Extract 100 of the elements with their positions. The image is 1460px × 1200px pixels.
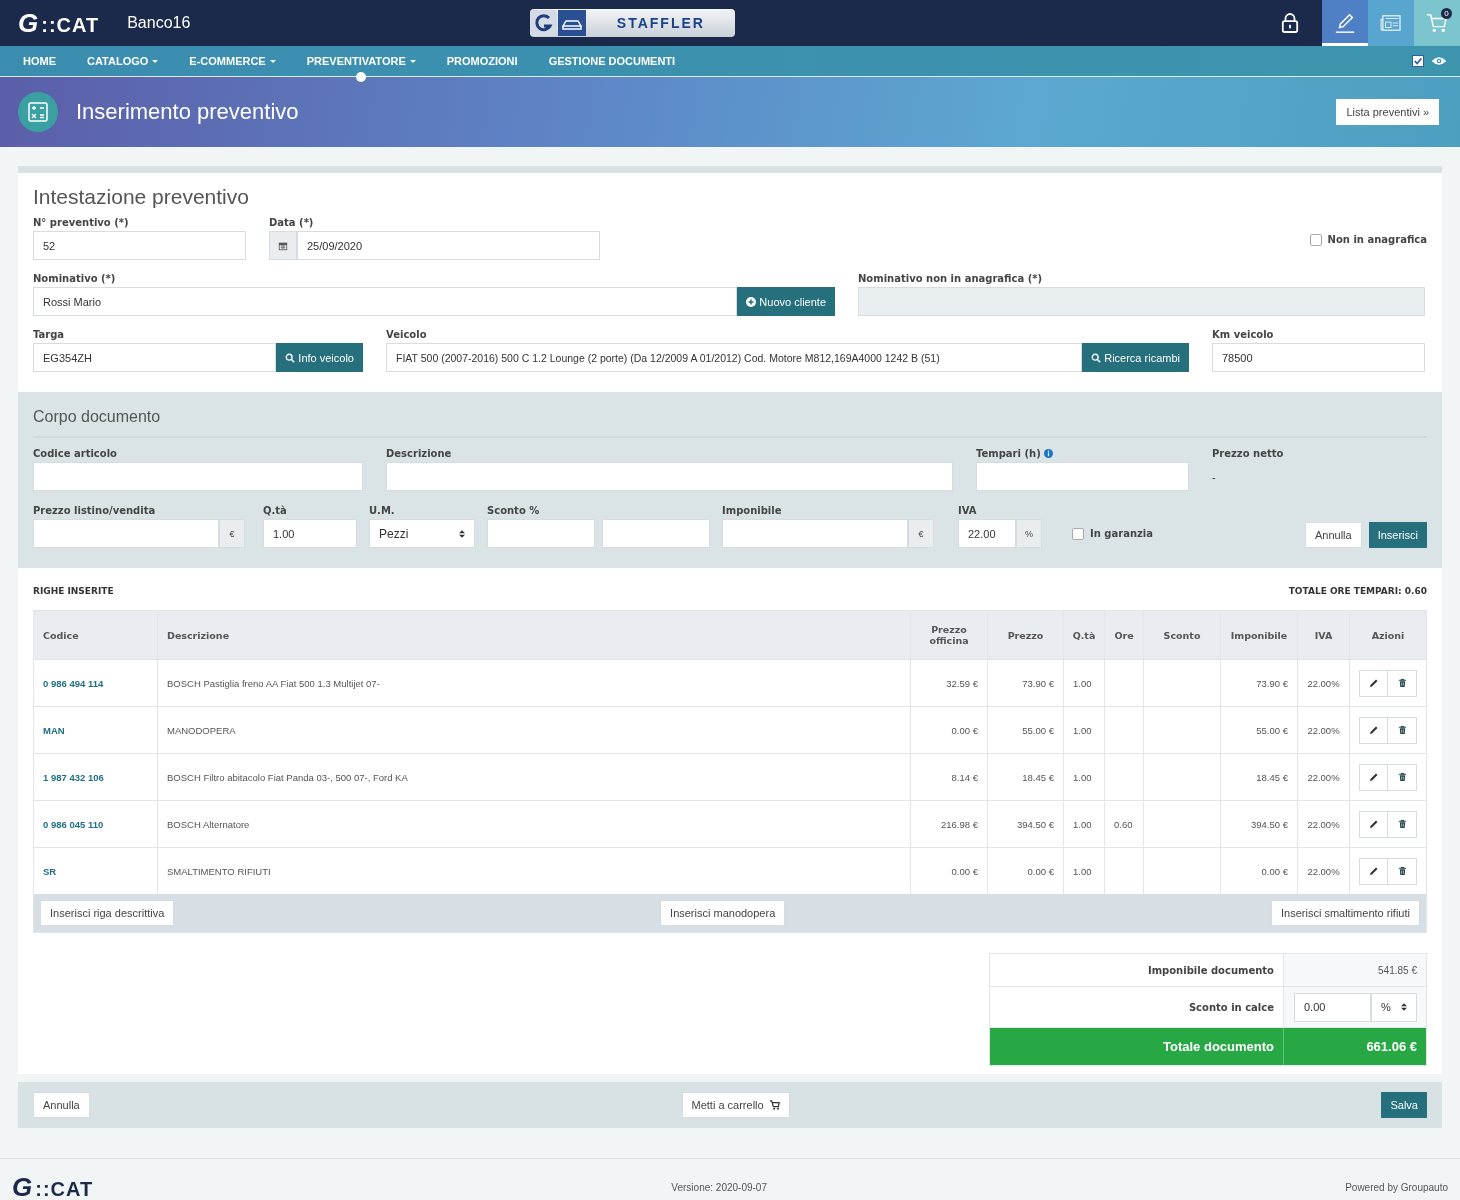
- column-header: Sconto: [1143, 611, 1220, 659]
- brand-badge: STAFFLER: [530, 9, 736, 37]
- section-title: RIGHE INSERITE: [33, 586, 114, 596]
- cancel-button[interactable]: Annulla: [1304, 522, 1362, 548]
- date-field[interactable]: 25/09/2020: [297, 231, 600, 260]
- field-label: N° preventivo (*): [33, 217, 130, 228]
- nav-tab[interactable]: CATALOGO: [87, 46, 159, 76]
- add-row-button[interactable]: Inserisci riga descrittiva: [40, 900, 175, 926]
- table-cell: 394.50 €: [1220, 801, 1297, 847]
- table-cell: 0.00 €: [910, 707, 987, 753]
- table-cell: 55.00 €: [987, 707, 1063, 753]
- logo[interactable]: G::CAT: [18, 7, 100, 39]
- totals-value: 541.85 €: [1284, 954, 1426, 986]
- currency-addon: €: [219, 519, 245, 548]
- section-title: Intestazione preventivo: [33, 185, 250, 209]
- column-header: Azioni: [1349, 611, 1426, 659]
- field-label: U.M.: [369, 505, 396, 516]
- cart-count-badge: 0: [1441, 8, 1452, 19]
- table-cell: 32.59 €: [910, 660, 987, 706]
- field-label: Nominativo (*): [33, 273, 117, 284]
- column-header: IVA: [1297, 611, 1349, 659]
- code-link[interactable]: MAN: [34, 707, 157, 753]
- new-customer-button[interactable]: Nuovo cliente: [737, 287, 835, 316]
- column-header: Prezzo: [987, 611, 1063, 659]
- table-cell: 22.00%: [1297, 660, 1349, 706]
- section-title: Corpo documento: [33, 408, 1427, 438]
- table-cell: 1.00: [1063, 754, 1104, 800]
- add-row-button[interactable]: Inserisci manodopera: [660, 900, 786, 926]
- column-header: Prezzo officina: [910, 611, 987, 659]
- version-text: Versione: 2020-09-07: [671, 1181, 767, 1193]
- field-label: Data (*): [269, 217, 315, 228]
- vehicle-info-button[interactable]: Info veicolo: [276, 343, 363, 372]
- discount-field[interactable]: 0.00: [1294, 992, 1371, 1022]
- table-cell: 394.50 €: [987, 801, 1063, 847]
- vehicle-field[interactable]: FIAT 500 (2007-2016) 500 C 1.2 Lounge (2 porte) (Da 12/2009 A 01/2012) Cod. Motore M812,169A4000 1242 B (51): [386, 343, 1083, 372]
- cart-button[interactable]: 0: [1414, 0, 1460, 46]
- nav-tab[interactable]: PROMOZIONI: [446, 46, 518, 76]
- list-button[interactable]: Lista preventivi »: [1336, 99, 1439, 125]
- table-cell: 22.00%: [1297, 801, 1349, 847]
- column-header: Codice: [42, 628, 80, 643]
- table-cell: MANODOPERA: [157, 707, 910, 753]
- code-link[interactable]: 0 986 045 110: [34, 801, 157, 847]
- table-cell: 22.00%: [1297, 707, 1349, 753]
- field-label: IVA: [958, 505, 978, 516]
- table-cell: BOSCH Pastiglia freno AA Fiat 500 1.3 Multijet 07-: [157, 660, 910, 706]
- field-label: Km veicolo: [1212, 329, 1275, 340]
- save-button[interactable]: Salva: [1381, 1092, 1427, 1118]
- powered-by-text: Powered by Groupauto: [1345, 1181, 1448, 1193]
- column-header: Imponibile: [1220, 611, 1297, 659]
- unit-select[interactable]: Pezzi: [369, 519, 475, 548]
- field-label: Imponibile: [722, 505, 783, 516]
- table-cell: 216.98 €: [910, 801, 987, 847]
- table-cell: 18.45 €: [987, 754, 1063, 800]
- add-to-cart-button[interactable]: Metti a carrello: [681, 1092, 790, 1118]
- column-header: Q.tà: [1063, 611, 1104, 659]
- total-hours: TOTALE ORE TEMPARI: 0.60: [1288, 586, 1427, 596]
- table-cell: 1.00: [1063, 707, 1104, 753]
- net-price-value: -: [1212, 469, 1217, 485]
- insert-button[interactable]: Inserisci: [1368, 522, 1427, 548]
- nav-tab[interactable]: GESTIONE DOCUMENTI: [548, 46, 676, 76]
- table-cell: BOSCH Alternatore: [157, 801, 910, 847]
- field-label: Nominativo non in anagrafica (*): [858, 273, 1044, 284]
- code-link[interactable]: 0 986 494 114: [34, 660, 157, 706]
- cancel-button[interactable]: Annulla: [33, 1092, 90, 1118]
- table-cell: 1.00: [1063, 801, 1104, 847]
- nav-tab[interactable]: HOME: [23, 46, 56, 76]
- vat-field[interactable]: 22.00: [958, 519, 1016, 548]
- field-label: Targa: [33, 329, 66, 340]
- code-link[interactable]: SR: [34, 848, 157, 894]
- table-cell: BOSCH Filtro abitacolo Fiat Panda 03-, 500 07-, Ford KA: [157, 754, 910, 800]
- unit-select[interactable]: %: [1371, 992, 1417, 1022]
- table-cell: 73.90 €: [987, 660, 1063, 706]
- add-row-button[interactable]: Inserisci smaltimento rifiuti: [1271, 900, 1420, 926]
- logo: G::CAT: [12, 1171, 94, 1200]
- workstation-name: Banco16: [127, 14, 191, 32]
- column-header: Descrizione: [157, 611, 910, 659]
- number-field[interactable]: 52: [33, 231, 246, 260]
- table-cell: 55.00 €: [1220, 707, 1297, 753]
- table-cell: 22.00%: [1297, 754, 1349, 800]
- search-parts-button[interactable]: Ricerca ricambi: [1082, 343, 1189, 372]
- field-label: Veicolo: [386, 329, 428, 340]
- field-label: Descrizione: [386, 448, 453, 459]
- field-label: Prezzo listino/vendita: [33, 505, 157, 516]
- code-link[interactable]: 1 987 432 106: [34, 754, 157, 800]
- field-label: Codice articolo: [33, 448, 118, 459]
- name-field[interactable]: Rossi Mario: [33, 287, 738, 316]
- percent-addon: %: [1016, 519, 1042, 548]
- field-label: Prezzo netto: [1212, 448, 1285, 459]
- table-cell: 0.60: [1104, 801, 1143, 847]
- page-title: Inserimento preventivo: [76, 99, 299, 125]
- field-label: Sconto %: [487, 505, 541, 516]
- mileage-field[interactable]: 78500: [1212, 343, 1425, 372]
- column-header: Ore: [1104, 611, 1143, 659]
- plate-field[interactable]: EG354ZH: [33, 343, 277, 372]
- field-label: Q.tà: [263, 505, 288, 516]
- table-cell: 18.45 €: [1220, 754, 1297, 800]
- table-cell: 73.90 €: [1220, 660, 1297, 706]
- checkbox-label: Non in anagrafica: [1327, 234, 1427, 245]
- nav-tab[interactable]: E-COMMERCE: [189, 46, 276, 76]
- quantity-field[interactable]: 1.00: [263, 519, 357, 548]
